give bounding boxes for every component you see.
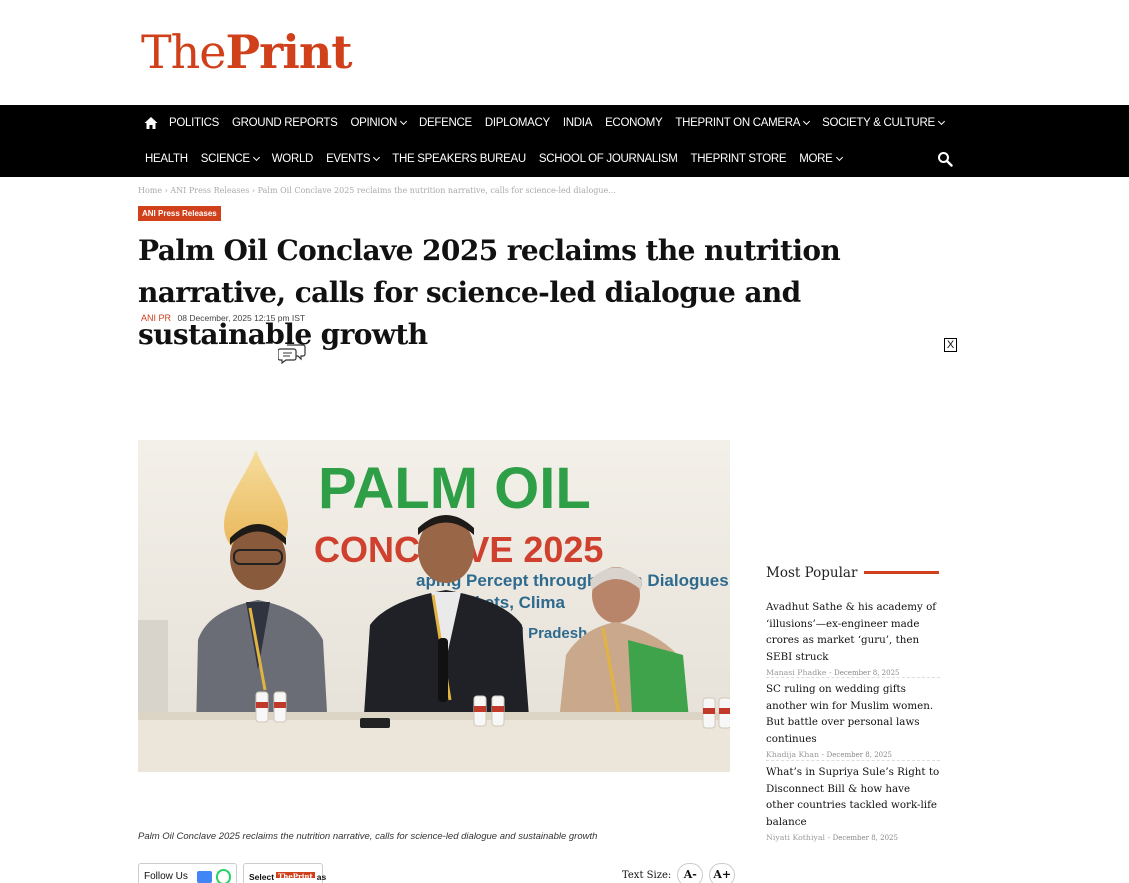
photo-illustration: PALM OIL CONCLAVE 2025 aping Percept thr… [138,440,730,772]
popular-item-meta: Khadija Khan - December 8, 2025 [766,750,893,759]
select-label: Select [249,872,275,882]
nav-item-label: MORE [799,153,833,165]
nav-item-india[interactable]: INDIA [563,117,592,129]
nav-item-label: THEPRINT STORE [690,153,787,165]
most-popular-heading: Most Popular [766,565,858,581]
popular-item[interactable]: SC ruling on wedding gifts another win f… [766,681,940,759]
nav-item-label: WORLD [271,153,314,165]
article-headline: Palm Oil Conclave 2025 reclaims the nutr… [138,234,841,351]
text-size-label: Text Size: [622,869,672,881]
popular-item[interactable]: Avadhut Sathe & his academy of ‘illusion… [766,599,940,677]
nav-item-science[interactable]: SCIENCE [200,153,260,165]
byline: ANI PR 08 December, 2025 12:15 pm IST [141,313,305,323]
nav-row-2: HEALTH SCIENCE WORLD EVENTS THE SPEAKERS BUR… [145,141,855,177]
category-badge[interactable]: ANI Press Releases [138,206,221,221]
logo-bold-text: Print [225,25,353,79]
popular-item-date: December 8, 2025 [832,834,898,842]
chevron-down-icon [937,117,945,126]
chevron-down-icon [373,153,381,162]
nav-item-economy[interactable]: ECONOMY [605,117,663,129]
banner-line-1: PALM OIL [318,456,591,521]
theprint-mini-logo: ThePrint [276,872,315,881]
google-news-icon[interactable] [197,871,212,883]
site-logo[interactable]: ThePrint [141,25,353,79]
popular-item-title[interactable]: Avadhut Sathe & his academy of ‘illusion… [766,599,940,665]
publish-date: 08 December, 2025 12:15 pm IST [177,313,306,323]
popular-item-title[interactable]: SC ruling on wedding gifts another win f… [766,681,940,747]
home-icon[interactable] [143,115,159,131]
select-suffix: as [316,872,327,882]
nav-item-label: INDIA [562,117,593,129]
chevron-down-icon [803,117,811,126]
nav-item-society-culture[interactable]: SOCIETY & CULTURE [822,117,945,129]
nav-item-label: DEFENCE [418,117,472,129]
logo-light-text: The [141,25,227,79]
follow-us-box[interactable]: Follow Us : [138,863,237,883]
popular-item-date: December 8, 2025 [826,751,893,759]
nav-item-ground-reports[interactable]: GROUND REPORTS [232,117,338,129]
nav-item-politics[interactable]: POLITICS [169,117,219,129]
preferred-source-box[interactable]: Select ThePrint as [243,863,327,883]
article-photo: PALM OIL CONCLAVE 2025 aping Percept thr… [138,440,730,772]
nav-item-more[interactable]: MORE [799,153,843,165]
chevron-down-icon [835,153,843,162]
search-icon[interactable] [937,151,953,167]
whatsapp-icon[interactable] [215,869,231,883]
popular-item-meta: Niyati Kothiyal - December 8, 2025 [766,833,898,842]
nav-item-label: OPINION [350,117,398,129]
nav-row-1: POLITICS GROUND REPORTS OPINION DEFENCE DIPL… [139,105,957,141]
nav-item-the-speakers-bureau[interactable]: THE SPEAKERS BUREAU [392,153,526,165]
nav-item-events[interactable]: EVENTS [326,153,381,165]
popular-item-author[interactable]: Manasi Phadke [766,668,827,677]
nav-item-opinion[interactable]: OPINION [350,117,408,129]
divider [766,760,940,761]
nav-item-health[interactable]: HEALTH [145,153,188,165]
nav-item-label: HEALTH [145,153,188,165]
nav-item-label: THEPRINT ON CAMERA [675,117,801,129]
popular-item[interactable]: What’s in Supriya Sule’s Right to Discon… [766,764,940,842]
text-size-controls: Text Size: A- A+ [622,863,736,883]
heading-accent-rule [864,571,939,574]
author-link[interactable]: ANI PR [141,313,171,323]
popular-item-meta: Manasi Phadke - December 8, 2025 [766,668,900,677]
nav-item-label: SOCIETY & CULTURE [822,117,935,129]
nav-item-school-of-journalism[interactable]: SCHOOL OF JOURNALISM [539,153,678,165]
popular-item-author[interactable]: Niyati Kothiyal [766,833,825,842]
nav-item-label: THE SPEAKERS BUREAU [392,153,526,165]
popular-item-date: December 8, 2025 [834,669,900,677]
nav-item-diplomacy[interactable]: DIPLOMACY [485,117,550,129]
nav-item-label: SCIENCE [200,153,250,165]
nav-item-label: DIPLOMACY [484,117,550,129]
divider [766,677,940,678]
nav-item-theprint-on-camera[interactable]: THEPRINT ON CAMERA [675,117,811,129]
nav-item-defence[interactable]: DEFENCE [419,117,472,129]
popular-item-title[interactable]: What’s in Supriya Sule’s Right to Discon… [766,764,940,830]
nav-item-label: EVENTS [326,153,371,165]
comments-icon[interactable] [278,342,306,364]
close-ad-button[interactable]: X [944,338,957,352]
nav-item-label: GROUND REPORTS [232,117,338,129]
chevron-down-icon [252,153,260,162]
nav-item-label: SCHOOL OF JOURNALISM [538,153,678,165]
popular-item-author[interactable]: Khadija Khan [766,750,819,759]
main-nav: POLITICS GROUND REPORTS OPINION DEFENCE DIPL… [0,105,1129,177]
chevron-down-icon [399,117,408,126]
nav-item-theprint-store[interactable]: THEPRINT STORE [691,153,787,165]
nav-item-label: POLITICS [169,117,220,129]
nav-item-label: ECONOMY [605,117,663,129]
breadcrumb[interactable]: Home › ANI Press Releases › Palm Oil Con… [138,186,616,195]
increase-text-button[interactable]: A+ [709,863,736,883]
photo-caption: Palm Oil Conclave 2025 reclaims the nutr… [138,831,598,842]
decrease-text-button[interactable]: A- [677,863,704,883]
nav-item-world[interactable]: WORLD [271,153,314,165]
follow-us-label: Follow Us : [144,871,188,883]
